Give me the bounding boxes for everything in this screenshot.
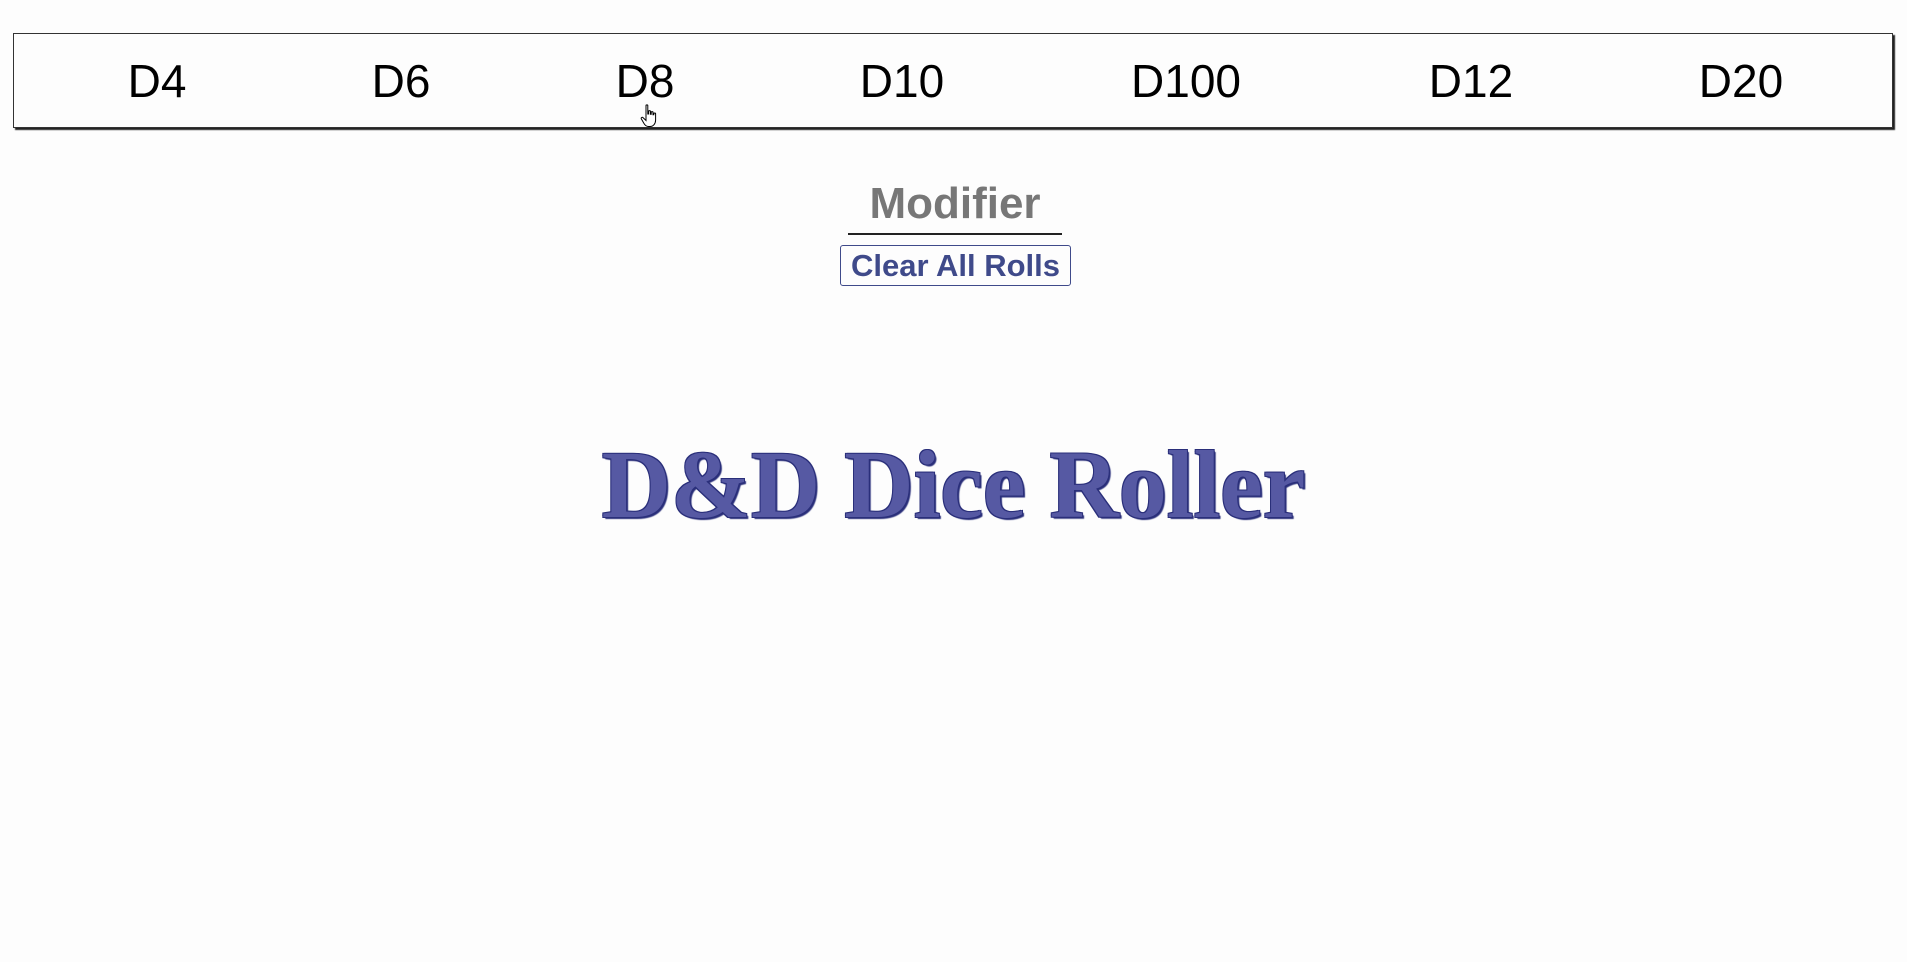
hand-pointer-icon (640, 104, 657, 127)
d10-button[interactable]: D10 (860, 34, 944, 129)
dice-bar: D4 D6 D8 D10 D100 D12 D20 (13, 33, 1893, 128)
clear-all-rolls-button[interactable]: Clear All Rolls (840, 245, 1071, 286)
modifier-input[interactable] (848, 175, 1062, 235)
d100-button[interactable]: D100 (1131, 34, 1241, 129)
d6-button[interactable]: D6 (372, 34, 431, 129)
d20-button[interactable]: D20 (1699, 34, 1783, 129)
d12-button[interactable]: D12 (1429, 34, 1513, 129)
modifier-field-wrapper (848, 175, 1062, 235)
page-title: D&D Dice Roller (601, 431, 1306, 538)
d4-button[interactable]: D4 (128, 34, 187, 129)
